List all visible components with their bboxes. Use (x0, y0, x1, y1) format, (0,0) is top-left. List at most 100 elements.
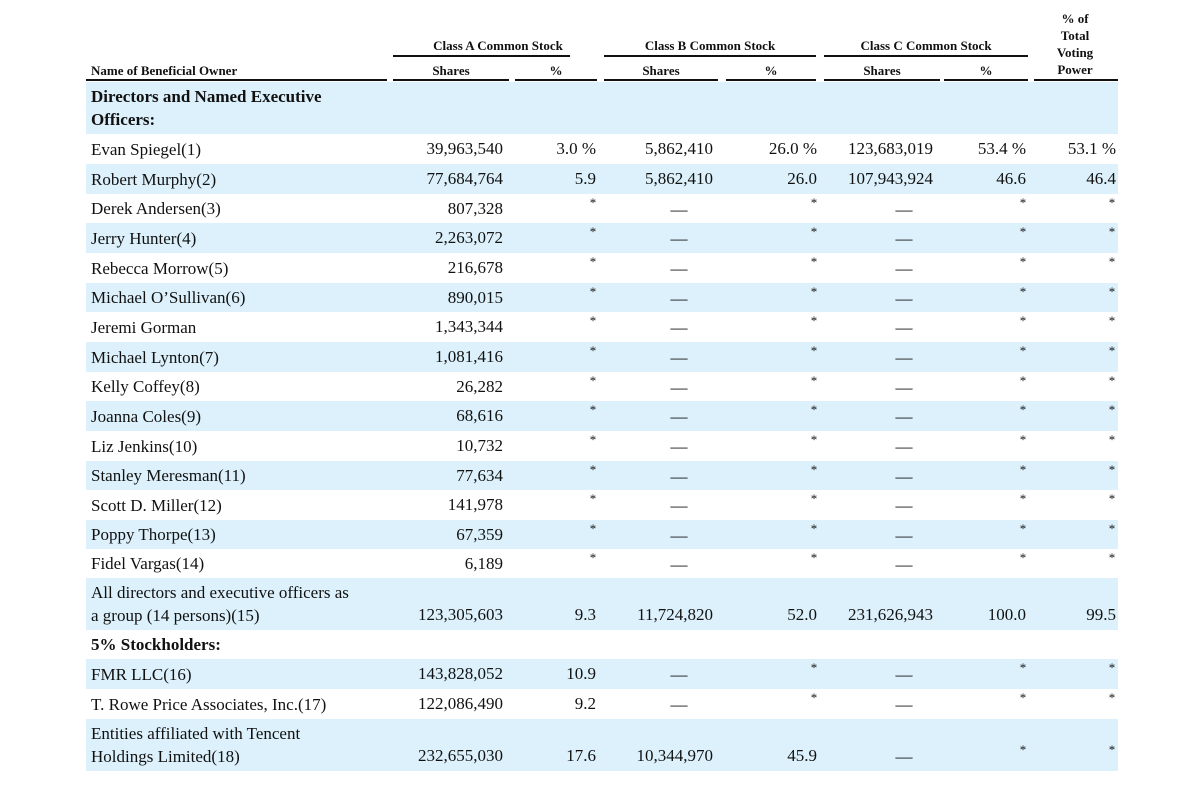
owner-name: T. Rowe Price Associates, Inc.(17) (91, 693, 326, 716)
not-significant-marker: * (1108, 690, 1116, 705)
section-header-row: 5% Stockholders: (86, 630, 1118, 659)
owner-name-line: Poppy Thorpe(13) (91, 525, 216, 544)
owner-name: Jerry Hunter(4) (91, 227, 196, 250)
a-sh-value: 232,655,030 (418, 746, 503, 765)
table-row: Poppy Thorpe(13) 67,359 * — * — * * (86, 520, 1118, 549)
owner-name: Robert Murphy(2) (91, 168, 216, 191)
not-significant-marker: * (1019, 373, 1027, 388)
header-rule (944, 79, 1028, 81)
class-c-header: Class C Common Stock (860, 38, 992, 53)
not-significant-marker: * (810, 521, 818, 536)
a-pct-value: 9.3 (574, 605, 596, 624)
none-dash: — (895, 318, 913, 337)
not-significant-marker: * (1108, 373, 1116, 388)
not-significant-marker: * (1108, 343, 1116, 358)
owner-name-line: Kelly Coffey(8) (91, 377, 200, 396)
not-significant-marker: * (1019, 550, 1027, 565)
not-significant-marker: * (589, 373, 597, 388)
none-dash: — (895, 289, 913, 308)
none-dash: — (895, 555, 913, 574)
owner-name-line: Joanna Coles(9) (91, 407, 202, 426)
none-dash: — (895, 348, 913, 367)
b-pct-value: 26.0 (787, 169, 817, 188)
none-dash: — (895, 229, 913, 248)
owner-name-line: Michael O’Sullivan(6) (91, 288, 246, 307)
not-significant-marker: * (1019, 224, 1027, 239)
vote-value: 99.5 (1086, 605, 1116, 624)
owner-name-line: Scott D. Miller(12) (91, 496, 222, 515)
not-significant-marker: * (589, 550, 597, 565)
owner-name-line: Michael Lynton(7) (91, 348, 219, 367)
none-dash: — (895, 665, 913, 684)
not-significant-marker: * (1019, 491, 1027, 506)
voting-power-header-line: Power (1057, 62, 1093, 77)
header-rule (824, 79, 940, 81)
header-rule (515, 79, 597, 81)
owner-name: Kelly Coffey(8) (91, 375, 200, 398)
a-sh-value: 26,282 (456, 377, 503, 396)
none-dash: — (895, 496, 913, 515)
not-significant-marker: * (589, 432, 597, 447)
owner-name: Entities affiliated with Tencent Holdings… (91, 722, 300, 768)
not-significant-marker: * (810, 660, 818, 675)
class-b-header: Class B Common Stock (644, 38, 776, 53)
c-sh-value: 107,943,924 (848, 169, 933, 188)
not-significant-marker: * (1019, 313, 1027, 328)
not-significant-marker: * (589, 195, 597, 210)
not-significant-marker: * (1108, 195, 1116, 210)
not-significant-marker: * (1108, 660, 1116, 675)
a-sh-value: 6,189 (464, 554, 503, 573)
table-row: Derek Andersen(3) 807,328 * — * — * * (86, 194, 1118, 223)
none-dash: — (670, 348, 688, 367)
b-pct-value: 52.0 (787, 605, 817, 624)
c-pct-value: 100.0 (987, 605, 1026, 624)
c-pct-value: 46.6 (996, 169, 1026, 188)
a-sh-value: 143,828,052 (418, 664, 503, 683)
vote-value: 53.1 % (1067, 139, 1116, 158)
a-pct-value: 3.0 % (556, 139, 596, 158)
not-significant-marker: * (810, 224, 818, 239)
not-significant-marker: * (810, 343, 818, 358)
none-dash: — (895, 200, 913, 219)
none-dash: — (670, 555, 688, 574)
header-rule (1034, 79, 1118, 81)
owner-name: Jeremi Gorman (91, 316, 196, 339)
table-row: Robert Murphy(2) 77,684,764 5.9 5,862,410 26… (86, 164, 1118, 194)
c-pct-value: 53.4 % (977, 139, 1026, 158)
owner-name: Stanley Meresman(11) (91, 464, 246, 487)
owner-name-line: Rebecca Morrow(5) (91, 259, 229, 278)
owner-name-line: Officers: (91, 110, 156, 129)
not-significant-marker: * (810, 402, 818, 417)
not-significant-marker: * (1108, 550, 1116, 565)
not-significant-marker: * (589, 462, 597, 477)
class-b-pct-header: % (764, 63, 778, 78)
a-sh-value: 2,263,072 (435, 228, 503, 247)
not-significant-marker: * (1108, 491, 1116, 506)
a-sh-value: 77,634 (456, 466, 503, 485)
voting-power-header-line: Total (1060, 28, 1090, 43)
class-a-pct-header: % (549, 63, 563, 78)
not-significant-marker: * (810, 690, 818, 705)
owner-name-line: Holdings Limited(18) (91, 747, 240, 766)
header-rule (726, 79, 816, 81)
a-pct-value: 17.6 (566, 746, 596, 765)
class-a-header: Class A Common Stock (433, 38, 563, 53)
a-sh-value: 1,081,416 (435, 347, 503, 366)
a-sh-value: 10,732 (456, 436, 503, 455)
owner-name-line: T. Rowe Price Associates, Inc.(17) (91, 695, 327, 714)
a-sh-value: 67,359 (456, 525, 503, 544)
not-significant-marker: * (810, 313, 818, 328)
none-dash: — (670, 407, 688, 426)
owner-name-line: Directors and Named Executive (91, 87, 322, 106)
name-column-header: Name of Beneficial Owner (91, 63, 238, 78)
not-significant-marker: * (1019, 254, 1027, 269)
b-pct-value: 45.9 (787, 746, 817, 765)
not-significant-marker: * (1019, 343, 1027, 358)
owner-name-line: Liz Jenkins(10) (91, 437, 198, 456)
table-row: Kelly Coffey(8) 26,282 * — * — * * (86, 372, 1118, 401)
class-c-rule (824, 55, 1028, 57)
voting-power-header-line: Voting (1056, 45, 1094, 60)
owner-name-line: FMR LLC(16) (91, 665, 192, 684)
header-rule (604, 79, 718, 81)
not-significant-marker: * (810, 491, 818, 506)
